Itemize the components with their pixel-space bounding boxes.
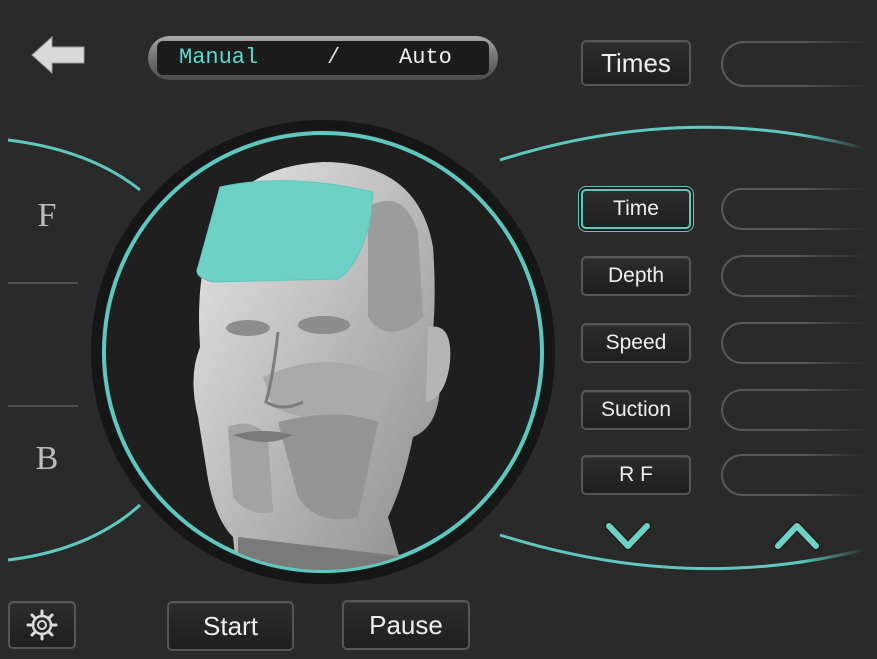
gear-icon (26, 609, 58, 641)
face-zone-selector[interactable] (88, 117, 558, 587)
back-arrow-icon (31, 35, 85, 75)
mode-manual-option[interactable]: Manual (179, 45, 258, 70)
start-label: Start (203, 610, 258, 641)
scroll-down-button[interactable] (603, 520, 653, 552)
mode-switch[interactable]: Manual / Auto (148, 36, 498, 80)
chevron-up-icon (773, 521, 821, 551)
back-side-label[interactable]: B (22, 440, 72, 478)
front-side-label[interactable]: F (22, 197, 72, 235)
suction-button[interactable]: Suction (581, 390, 691, 430)
mode-switch-track: Manual / Auto (157, 41, 489, 75)
forehead-zone (196, 180, 374, 283)
back-button[interactable] (28, 35, 90, 75)
times-label: Times (601, 47, 671, 78)
chevron-down-icon (604, 521, 652, 551)
depth-button[interactable]: Depth (581, 256, 691, 296)
rf-button[interactable]: R F (581, 455, 691, 495)
time-label: Time (613, 197, 659, 220)
rf-label: R F (619, 463, 653, 486)
pause-button[interactable]: Pause (342, 600, 470, 650)
mode-separator: / (327, 45, 341, 70)
settings-button[interactable] (8, 601, 76, 649)
pause-label: Pause (369, 609, 443, 640)
depth-label: Depth (607, 264, 665, 287)
scroll-up-button[interactable] (772, 520, 822, 552)
speed-button[interactable]: Speed (581, 323, 691, 363)
suction-label: Suction (600, 398, 672, 421)
mode-auto-option[interactable]: Auto (399, 45, 452, 70)
speed-label: Speed (605, 331, 667, 354)
right-fade (800, 0, 877, 659)
start-button[interactable]: Start (167, 601, 294, 651)
time-button[interactable]: Time (581, 189, 691, 229)
face-illustration (91, 120, 555, 584)
times-button[interactable]: Times (581, 40, 691, 86)
